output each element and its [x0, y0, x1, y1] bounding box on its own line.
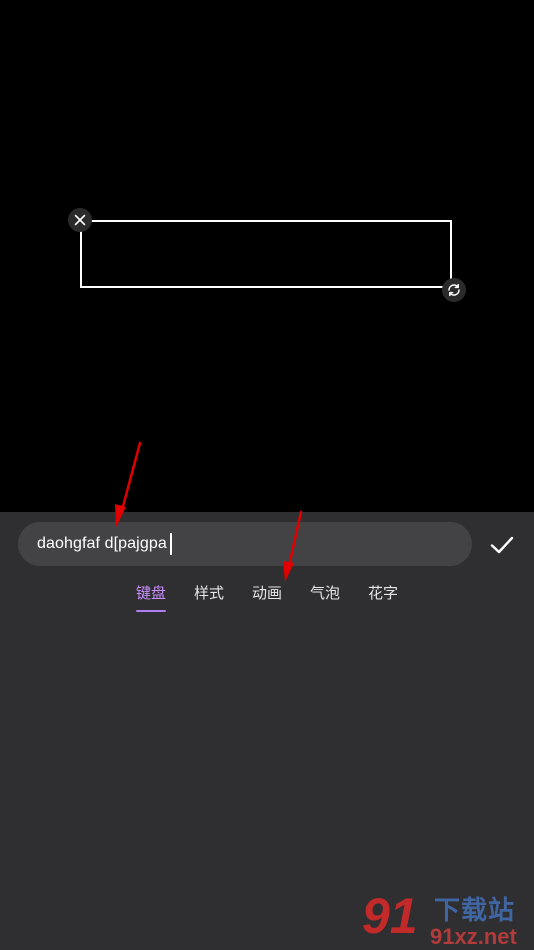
- watermark-logo-number: 91: [362, 888, 418, 944]
- site-watermark: 91 下载站 91xz.net: [360, 886, 534, 950]
- tab-label: 键盘: [135, 584, 166, 602]
- screen: daohgfaf d[pajgpa 键盘 样式 动画 气泡 花字 91 下载站 …: [0, 0, 534, 950]
- edit-tabs: 键盘 样式 动画 气泡 花字: [122, 578, 412, 618]
- text-edit-panel: daohgfaf d[pajgpa 键盘 样式 动画 气泡 花字: [0, 512, 534, 950]
- text-caret: [169, 533, 172, 555]
- tab-label: 动画: [251, 584, 282, 602]
- rotate-icon: [448, 283, 460, 297]
- tab-label: 花字: [367, 584, 398, 602]
- watermark-site-name: 下载站: [434, 896, 516, 926]
- tab-fancy-text[interactable]: 花字: [354, 578, 412, 614]
- checkmark-icon: [490, 536, 514, 554]
- delete-text-button[interactable]: [68, 208, 92, 232]
- text-bounding-box[interactable]: [80, 220, 452, 288]
- active-tab-indicator: [136, 610, 166, 612]
- tab-label: 气泡: [309, 584, 340, 602]
- tab-keyboard[interactable]: 键盘: [122, 578, 180, 614]
- tab-label: 样式: [193, 584, 224, 602]
- preview-canvas[interactable]: [0, 0, 534, 512]
- text-input-value: daohgfaf d[pajgpa: [37, 535, 167, 552]
- tab-animation[interactable]: 动画: [238, 578, 296, 614]
- watermark-domain: 91xz.net: [430, 924, 517, 949]
- close-icon: [74, 214, 86, 226]
- text-input[interactable]: daohgfaf d[pajgpa: [18, 522, 472, 566]
- tab-bubble[interactable]: 气泡: [296, 578, 354, 614]
- tab-style[interactable]: 样式: [180, 578, 238, 614]
- confirm-button[interactable]: [488, 531, 516, 559]
- rotate-scale-handle[interactable]: [442, 278, 466, 302]
